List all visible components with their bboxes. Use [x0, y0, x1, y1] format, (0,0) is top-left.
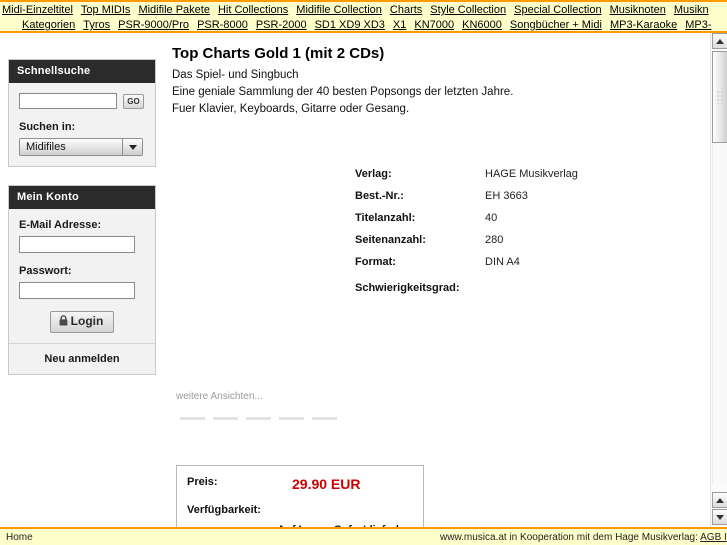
- search-in-label: Suchen in:: [19, 121, 76, 133]
- email-label: E-Mail Adresse:: [19, 219, 102, 231]
- spec-key-format: Format:: [355, 256, 396, 268]
- register-link[interactable]: Neu anmelden: [9, 343, 155, 374]
- account-title: Mein Konto: [9, 186, 155, 209]
- sidebar: Schnellsuche GO Suchen in: Midifiles Mei…: [8, 59, 156, 393]
- price-box-inner: Preis: 29.90 EUR Verfügbarkeit: Auf Lage…: [177, 466, 423, 527]
- account-body: E-Mail Adresse: Passwort: Login: [9, 209, 155, 343]
- thumbnail-strip: [180, 417, 337, 420]
- spec-value-seitenanzahl: 280: [485, 234, 504, 246]
- password-field[interactable]: [19, 282, 135, 299]
- product-subtitle-2: Eine geniale Sammlung der 40 besten Pops…: [172, 86, 514, 98]
- quick-search-row: GO: [19, 93, 145, 109]
- availability-label: Verfügbarkeit:: [187, 504, 261, 516]
- chevron-down-icon[interactable]: [122, 139, 142, 155]
- search-scope-value: Midifiles: [26, 141, 66, 153]
- nav-link-tyros[interactable]: Tyros: [83, 18, 110, 31]
- footer-agb-link[interactable]: AGB I: [700, 532, 727, 543]
- thumbnail-placeholder[interactable]: [279, 417, 304, 420]
- nav-link-sd1-xd9-xd3[interactable]: SD1 XD9 XD3: [315, 18, 385, 31]
- search-input[interactable]: [19, 93, 117, 109]
- product-subtitle-1: Das Spiel- und Singbuch: [172, 69, 299, 81]
- inner-scroll-up-button[interactable]: [712, 492, 727, 508]
- login-button[interactable]: Login: [49, 311, 115, 333]
- price-value: 29.90 EUR: [292, 476, 361, 492]
- spec-value-bestnr: EH 3663: [485, 190, 528, 202]
- nav-link-x1[interactable]: X1: [393, 18, 406, 31]
- nav-link-midifile-collection[interactable]: Midifile Collection: [296, 3, 382, 18]
- price-label: Preis:: [187, 476, 218, 488]
- scrollbar-grip-icon: [716, 90, 724, 104]
- table-row: Schwierigkeitsgrad:: [355, 282, 655, 294]
- product-subtitle-3: Fuer Klavier, Keyboards, Gitarre oder Ge…: [172, 103, 410, 115]
- nav-link-midi-einzeltitel[interactable]: Midi-Einzeltitel: [2, 3, 73, 18]
- scroll-up-button[interactable]: [712, 33, 727, 49]
- table-row: Titelanzahl: 40: [355, 212, 655, 224]
- spec-key-titelanzahl: Titelanzahl:: [355, 212, 416, 224]
- thumbnail-placeholder[interactable]: [312, 417, 337, 420]
- table-row: Best.-Nr.: EH 3663: [355, 190, 655, 202]
- table-row: Seitenanzahl: 280: [355, 234, 655, 246]
- spec-key-schwierigkeitsgrad: Schwierigkeitsgrad:: [355, 282, 460, 294]
- nav-link-psr-2000[interactable]: PSR-2000: [256, 18, 307, 31]
- password-label: Passwort:: [19, 265, 72, 277]
- nav-link-musiknoten[interactable]: Musiknoten: [610, 3, 666, 18]
- nav-link-style-collection[interactable]: Style Collection: [430, 3, 506, 18]
- lock-icon: [59, 315, 68, 329]
- thumbnail-placeholder[interactable]: [246, 417, 271, 420]
- nav-row-secondary: Kategorien Tyros PSR-9000/Pro PSR-8000 PSR-2…: [0, 18, 727, 31]
- price-box: Preis: 29.90 EUR Verfügbarkeit: Auf Lage…: [176, 465, 424, 527]
- spec-key-seitenanzahl: Seitenanzahl:: [355, 234, 426, 246]
- nav-link-psr-9000-pro[interactable]: PSR-9000/Pro: [118, 18, 189, 31]
- nav-link-midifile-pakete[interactable]: Midifile Pakete: [138, 3, 210, 18]
- spec-key-verlag: Verlag:: [355, 168, 392, 180]
- inner-scroll-down-button[interactable]: [712, 509, 727, 525]
- nav-row-primary: Midi-Einzeltitel Top MIDIs Midifile Pakete…: [0, 2, 727, 18]
- search-scope-select[interactable]: Midifiles: [19, 138, 143, 156]
- nav-link-musiknoten-truncated[interactable]: Musikn: [674, 3, 709, 18]
- product-spec-table: Verlag: HAGE Musikverlag Best.-Nr.: EH 3…: [355, 168, 655, 304]
- top-navigation-bar: Midi-Einzeltitel Top MIDIs Midifile Pakete…: [0, 0, 727, 33]
- footer-home-link[interactable]: Home: [6, 532, 33, 543]
- spec-value-verlag: HAGE Musikverlag: [485, 168, 578, 180]
- account-panel: Mein Konto E-Mail Adresse: Passwort: Log…: [8, 185, 156, 375]
- nav-link-mp3-truncated[interactable]: MP3-: [685, 18, 711, 31]
- footer-credit-text: www.musica.at in Kooperation mit dem Hag…: [440, 532, 701, 543]
- nav-link-songbuecher-midi[interactable]: Songbücher + Midi: [510, 18, 602, 31]
- email-field[interactable]: [19, 236, 135, 253]
- quick-search-body: GO Suchen in: Midifiles: [9, 83, 155, 166]
- main-content: Top Charts Gold 1 (mit 2 CDs) Das Spiel-…: [172, 45, 672, 120]
- nav-link-psr-8000[interactable]: PSR-8000: [197, 18, 248, 31]
- nav-link-charts[interactable]: Charts: [390, 3, 422, 18]
- page-title: Top Charts Gold 1 (mit 2 CDs): [172, 45, 385, 62]
- login-button-wrap: Login: [19, 311, 145, 333]
- spec-key-bestnr: Best.-Nr.:: [355, 190, 404, 202]
- login-button-label: Login: [70, 314, 104, 328]
- spec-value-titelanzahl: 40: [485, 212, 498, 224]
- nav-link-hit-collections[interactable]: Hit Collections: [218, 3, 288, 18]
- thumbnail-placeholder[interactable]: [213, 417, 238, 420]
- nav-link-kn6000[interactable]: KN6000: [462, 18, 502, 31]
- price-row: Preis: 29.90 EUR: [187, 476, 413, 492]
- footer-credit: www.musica.at in Kooperation mit dem Hag…: [440, 532, 727, 543]
- vertical-scrollbar[interactable]: [710, 33, 727, 527]
- quick-search-title: Schnellsuche: [9, 60, 155, 83]
- availability-row: Verfügbarkeit:: [187, 504, 413, 516]
- spec-value-format: DIN A4: [485, 256, 520, 268]
- nav-link-top-midis[interactable]: Top MIDIs: [81, 3, 131, 18]
- table-row: Verlag: HAGE Musikverlag: [355, 168, 655, 180]
- table-row: Format: DIN A4: [355, 256, 655, 268]
- search-go-button[interactable]: GO: [123, 93, 144, 109]
- more-views-label[interactable]: weitere Ansichten...: [176, 391, 263, 402]
- nav-link-special-collection[interactable]: Special Collection: [514, 3, 601, 18]
- footer-bar: Home www.musica.at in Kooperation mit de…: [0, 527, 727, 545]
- page-content-area: Schnellsuche GO Suchen in: Midifiles Mei…: [0, 33, 727, 527]
- nav-link-kategorien[interactable]: Kategorien: [22, 18, 75, 31]
- quick-search-panel: Schnellsuche GO Suchen in: Midifiles: [8, 59, 156, 167]
- nav-link-kn7000[interactable]: KN7000: [414, 18, 454, 31]
- scrollbar-track[interactable]: [712, 144, 727, 485]
- scrollbar-thumb[interactable]: [712, 51, 727, 143]
- nav-link-mp3-karaoke[interactable]: MP3-Karaoke: [610, 18, 677, 31]
- thumbnail-placeholder[interactable]: [180, 417, 205, 420]
